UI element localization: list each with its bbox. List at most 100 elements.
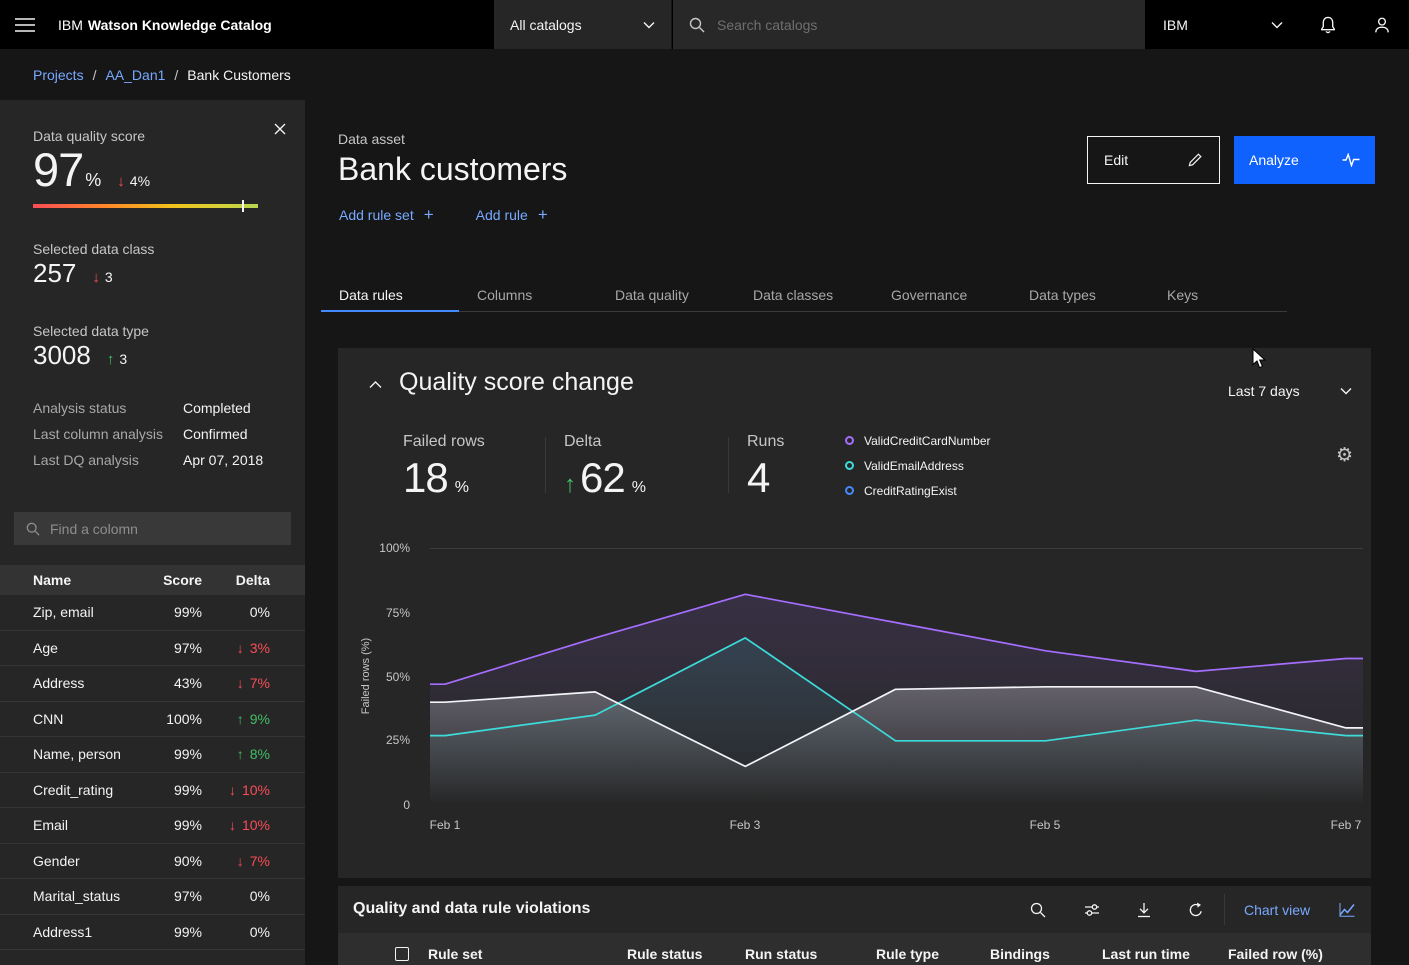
legend-label: CreditRatingExist <box>864 484 957 498</box>
column-delta: ↑8% <box>202 746 270 762</box>
breadcrumb: Projects/AA_Dan1/Bank Customers <box>0 49 1409 100</box>
user-profile-button[interactable] <box>1355 0 1409 49</box>
metric-divider <box>728 437 729 493</box>
column-score: 90% <box>152 853 202 869</box>
column-row-marital-status[interactable]: Marital_status97%0% <box>0 879 305 915</box>
column-name: Email <box>33 817 152 833</box>
breadcrumb-item-projects[interactable]: Projects <box>33 67 84 83</box>
analysis-value: Completed <box>183 400 251 416</box>
tab-data-types[interactable]: Data types <box>1011 279 1149 312</box>
metric-failed-rows: Failed rows18% <box>403 433 527 502</box>
delta-value: 3% <box>250 640 270 656</box>
arrow-up-icon: ↑ <box>237 711 244 727</box>
column-row-email[interactable]: Email99%↓10% <box>0 808 305 844</box>
delta-value: 7% <box>250 853 270 869</box>
find-column-input[interactable] <box>50 521 279 537</box>
breadcrumb-item-bank-customers: Bank Customers <box>187 67 290 83</box>
x-tick-label: Feb 3 <box>723 818 767 832</box>
columns-table-body: Zip, email99%0%Age97%↓3%Address43%↓7%CNN… <box>0 595 305 950</box>
column-delta: ↓ 10% <box>202 782 270 798</box>
tab-data-rules[interactable]: Data rules <box>321 279 459 312</box>
arrow-down-icon: ↓ <box>237 853 244 869</box>
violations-title: Quality and data rule violations <box>353 900 590 918</box>
y-tick-label: 100% <box>360 540 410 556</box>
violations-header-row: Rule setRule statusRun statusRule typeBi… <box>338 933 1371 965</box>
arrow-up-icon: ↑ <box>564 471 576 499</box>
column-row-cnn[interactable]: CNN100%↑9% <box>0 702 305 738</box>
toolbar-divider <box>1224 894 1225 925</box>
restart-button[interactable] <box>1180 894 1212 926</box>
arrow-down-icon: ↓ <box>229 782 236 798</box>
edit-button[interactable]: Edit <box>1087 136 1220 184</box>
analyze-button-label: Analyze <box>1249 152 1299 168</box>
restart-icon <box>1188 902 1204 918</box>
main-content: Data asset Bank customers Add rule set +… <box>305 100 1409 965</box>
global-search <box>673 0 1145 49</box>
tab-columns[interactable]: Columns <box>459 279 597 312</box>
tab-data-quality[interactable]: Data quality <box>597 279 735 312</box>
add-rule-link[interactable]: Add rule + <box>476 206 548 223</box>
search-icon <box>1030 902 1046 918</box>
tab-keys[interactable]: Keys <box>1149 279 1287 312</box>
legend-item-validemailaddress[interactable]: ValidEmailAddress <box>845 457 991 474</box>
table-search-button[interactable] <box>1022 894 1054 926</box>
plus-icon: + <box>538 206 548 223</box>
column-row-credit-rating[interactable]: Credit_rating99%↓10% <box>0 773 305 809</box>
column-row-address[interactable]: Address43%↓7% <box>0 666 305 702</box>
notifications-button[interactable] <box>1301 0 1355 49</box>
data-quality-sidebar: Data quality score 97 % ↓ 4% Selected da… <box>0 100 305 965</box>
column-row-address1[interactable]: Address199%0% <box>0 915 305 951</box>
time-range-dropdown[interactable]: Last 7 days <box>1226 375 1360 407</box>
column-score: 99% <box>152 817 202 833</box>
search-catalogs-input[interactable] <box>717 17 1129 33</box>
delta-value: 10% <box>242 782 270 798</box>
search-icon <box>689 17 705 33</box>
column-delta: ↓ 7% <box>202 853 270 869</box>
activity-icon <box>1342 153 1360 167</box>
metric-value: 62 <box>580 454 625 502</box>
breadcrumb-item-aa-dan1[interactable]: AA_Dan1 <box>105 67 165 83</box>
x-tick-label: Feb 5 <box>1023 818 1067 832</box>
quality-score-card: Quality score change Last 7 days Failed … <box>338 348 1371 878</box>
metric-label: Delta <box>564 433 710 451</box>
top-header: IBM Watson Knowledge Catalog All catalog… <box>0 0 1409 49</box>
gear-icon[interactable]: ⚙ <box>1336 446 1353 465</box>
download-button[interactable] <box>1128 894 1160 926</box>
tab-data-classes[interactable]: Data classes <box>735 279 873 312</box>
x-tick-label: Feb 7 <box>1324 818 1368 832</box>
data-class-value-row: 257 ↓ 3 <box>33 258 113 289</box>
account-dropdown[interactable]: IBM <box>1145 0 1301 49</box>
tab-governance[interactable]: Governance <box>873 279 1011 312</box>
analysis-label: Last column analysis <box>33 426 183 442</box>
chart-view-toggle[interactable]: Chart view <box>1228 886 1371 933</box>
violations-column-rule-set: Rule set <box>428 946 482 962</box>
add-rule-set-link[interactable]: Add rule set + <box>339 206 434 223</box>
filter-settings-button[interactable] <box>1076 894 1108 926</box>
data-class-label: Selected data class <box>33 241 154 257</box>
analysis-value: Confirmed <box>183 426 248 442</box>
dq-score-delta-value: 4% <box>130 173 150 189</box>
add-rule-set-label: Add rule set <box>339 207 414 223</box>
chart-line-icon <box>1339 903 1355 917</box>
violations-column-rule-type: Rule type <box>876 946 939 962</box>
select-all-checkbox[interactable] <box>395 947 409 961</box>
catalogs-dropdown[interactable]: All catalogs <box>494 0 672 49</box>
collapse-section-button[interactable] <box>364 376 386 394</box>
column-row-name-person[interactable]: Name, person99%↑8% <box>0 737 305 773</box>
legend-item-creditratingexist[interactable]: CreditRatingExist <box>845 482 991 499</box>
y-tick-label: 0 <box>360 797 410 813</box>
column-row-gender[interactable]: Gender90%↓7% <box>0 844 305 880</box>
delta-value: 10% <box>242 817 270 833</box>
legend-item-validcreditcardnumber[interactable]: ValidCreditCardNumber <box>845 432 991 449</box>
analyze-button[interactable]: Analyze <box>1234 136 1375 184</box>
menu-button[interactable] <box>0 0 49 49</box>
close-panel-button[interactable] <box>269 118 291 140</box>
plus-icon: + <box>424 206 434 223</box>
column-row-age[interactable]: Age97%↓3% <box>0 631 305 667</box>
data-class-delta: ↓ 3 <box>92 269 112 286</box>
y-tick-label: 25% <box>360 732 410 748</box>
chevron-down-icon <box>643 21 655 29</box>
header-name: Name <box>33 572 152 588</box>
column-row-zip-email[interactable]: Zip, email99%0% <box>0 595 305 631</box>
data-type-value: 3008 <box>33 340 91 371</box>
